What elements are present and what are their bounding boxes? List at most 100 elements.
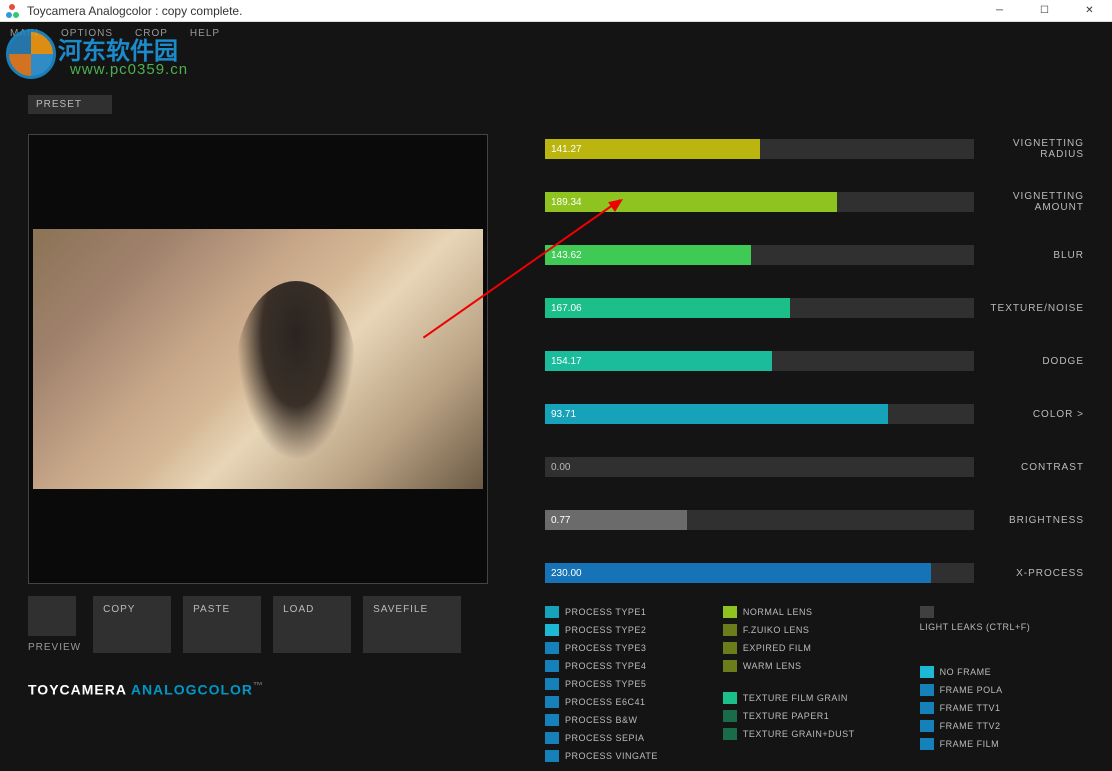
option-label: EXPIRED FILM bbox=[743, 643, 812, 653]
slider-track[interactable]: 0.77 bbox=[545, 510, 974, 530]
swatch-icon bbox=[723, 660, 737, 672]
option-normal-lens[interactable]: NORMAL LENS bbox=[723, 606, 855, 618]
slider-value: 0.77 bbox=[545, 510, 687, 530]
option-warm-lens[interactable]: WARM LENS bbox=[723, 660, 855, 672]
slider-label: CONTRAST bbox=[984, 462, 1084, 473]
preview-thumb-button[interactable] bbox=[28, 596, 76, 636]
menu-help[interactable]: HELP bbox=[190, 28, 220, 39]
slider-track[interactable]: 189.34 bbox=[545, 192, 974, 212]
option-label: PROCESS TYPE5 bbox=[565, 679, 646, 689]
minimize-button[interactable]: ─ bbox=[977, 0, 1022, 22]
swatch-icon bbox=[723, 606, 737, 618]
swatch-icon bbox=[920, 606, 934, 618]
brand-part1: TOYCAMERA bbox=[28, 682, 131, 698]
slider-label: BLUR bbox=[984, 250, 1084, 261]
option-label: PROCESS TYPE1 bbox=[565, 607, 646, 617]
swatch-icon bbox=[920, 684, 934, 696]
option-process-b-w[interactable]: PROCESS B&W bbox=[545, 714, 658, 726]
load-button[interactable]: LOAD bbox=[273, 596, 351, 653]
slider-value: 230.00 bbox=[545, 563, 931, 583]
slider-label: TEXTURE/NOISE bbox=[984, 303, 1084, 314]
option-process-sepia[interactable]: PROCESS SEPIA bbox=[545, 732, 658, 744]
savefile-button[interactable]: SAVEFILE bbox=[363, 596, 461, 653]
option-process-type2[interactable]: PROCESS TYPE2 bbox=[545, 624, 658, 636]
swatch-icon bbox=[545, 750, 559, 762]
swatch-icon bbox=[723, 642, 737, 654]
slider-row-texture-noise: 167.06 TEXTURE/NOISE bbox=[545, 298, 1084, 318]
menu-options[interactable]: OPTIONS bbox=[61, 28, 113, 39]
option-label: TEXTURE PAPER1 bbox=[743, 711, 829, 721]
option-process-vingate[interactable]: PROCESS VINGATE bbox=[545, 750, 658, 762]
swatch-icon bbox=[920, 702, 934, 714]
slider-track[interactable]: 143.62 bbox=[545, 245, 974, 265]
option-texture-grain-dust[interactable]: TEXTURE GRAIN+DUST bbox=[723, 728, 855, 740]
slider-row-color-: 93.71 COLOR > bbox=[545, 404, 1084, 424]
copy-button[interactable]: COPY bbox=[93, 596, 171, 653]
option-f-zuiko-lens[interactable]: F.ZUIKO LENS bbox=[723, 624, 855, 636]
swatch-icon bbox=[545, 714, 559, 726]
frame-options-col: LIGHT LEAKS (CTRL+F) NO FRAME FRAME POLA FR… bbox=[920, 606, 1031, 762]
option-frame-ttv1[interactable]: FRAME TTV1 bbox=[920, 702, 1031, 714]
slider-label: VIGNETTING RADIUS bbox=[984, 138, 1084, 160]
option-texture-paper1[interactable]: TEXTURE PAPER1 bbox=[723, 710, 855, 722]
maximize-button[interactable]: ☐ bbox=[1022, 0, 1067, 22]
swatch-icon bbox=[723, 624, 737, 636]
option-expired-film[interactable]: EXPIRED FILM bbox=[723, 642, 855, 654]
option-frame-film[interactable]: FRAME FILM bbox=[920, 738, 1031, 750]
options-area: PROCESS TYPE1 PROCESS TYPE2 PROCESS TYPE3 P… bbox=[545, 606, 1084, 762]
process-options-col: PROCESS TYPE1 PROCESS TYPE2 PROCESS TYPE3 P… bbox=[545, 606, 658, 762]
option-label: FRAME POLA bbox=[940, 685, 1003, 695]
menubar: MAIN OPTIONS CROP HELP bbox=[0, 22, 1112, 44]
brand-tm: ™ bbox=[253, 681, 264, 692]
slider-track[interactable]: 93.71 bbox=[545, 404, 974, 424]
close-button[interactable]: ✕ bbox=[1067, 0, 1112, 22]
option-process-type4[interactable]: PROCESS TYPE4 bbox=[545, 660, 658, 672]
slider-row-brightness: 0.77 BRIGHTNESS bbox=[545, 510, 1084, 530]
slider-track[interactable]: 154.17 bbox=[545, 351, 974, 371]
content: PRESET PREVIEW COPY PASTE LOAD SAVEFILE … bbox=[0, 44, 1112, 771]
app-body: 河东软件园 www.pc0359.cn MAIN OPTIONS CROP HE… bbox=[0, 22, 1112, 771]
slider-label: DODGE bbox=[984, 356, 1084, 367]
light-leaks-label: LIGHT LEAKS (CTRL+F) bbox=[920, 622, 1031, 632]
option-process-e6c41[interactable]: PROCESS E6C41 bbox=[545, 696, 658, 708]
preview-box bbox=[28, 134, 488, 584]
slider-value: 141.27 bbox=[545, 139, 760, 159]
preset-button[interactable]: PRESET bbox=[28, 95, 112, 114]
slider-label: X-PROCESS bbox=[984, 568, 1084, 579]
option-label: FRAME TTV1 bbox=[940, 703, 1001, 713]
slider-track[interactable]: 0.00 bbox=[545, 457, 974, 477]
slider-track[interactable]: 230.00 bbox=[545, 563, 974, 583]
option-process-type5[interactable]: PROCESS TYPE5 bbox=[545, 678, 658, 690]
slider-row-contrast: 0.00 CONTRAST bbox=[545, 457, 1084, 477]
right-panel: 141.27 VIGNETTING RADIUS 189.34 VIGNETTING … bbox=[510, 44, 1112, 771]
slider-value: 154.17 bbox=[545, 351, 772, 371]
menu-main[interactable]: MAIN bbox=[10, 28, 39, 39]
option-frame-pola[interactable]: FRAME POLA bbox=[920, 684, 1031, 696]
slider-value: 189.34 bbox=[545, 192, 837, 212]
option-label: PROCESS TYPE3 bbox=[565, 643, 646, 653]
slider-track[interactable]: 141.27 bbox=[545, 139, 974, 159]
option-label: PROCESS TYPE4 bbox=[565, 661, 646, 671]
option-process-type1[interactable]: PROCESS TYPE1 bbox=[545, 606, 658, 618]
option-frame-ttv2[interactable]: FRAME TTV2 bbox=[920, 720, 1031, 732]
button-row: PREVIEW COPY PASTE LOAD SAVEFILE bbox=[28, 596, 510, 653]
slider-label: VIGNETTING AMOUNT bbox=[984, 191, 1084, 213]
slider-track[interactable]: 167.06 bbox=[545, 298, 974, 318]
slider-label: BRIGHTNESS bbox=[984, 515, 1084, 526]
swatch-icon bbox=[920, 738, 934, 750]
swatch-icon bbox=[545, 696, 559, 708]
paste-button[interactable]: PASTE bbox=[183, 596, 261, 653]
option-process-type3[interactable]: PROCESS TYPE3 bbox=[545, 642, 658, 654]
menu-crop[interactable]: CROP bbox=[135, 28, 168, 39]
light-leaks-header[interactable]: LIGHT LEAKS (CTRL+F) bbox=[920, 606, 1031, 632]
option-label: F.ZUIKO LENS bbox=[743, 625, 810, 635]
option-label: TEXTURE GRAIN+DUST bbox=[743, 729, 855, 739]
slider-row-dodge: 154.17 DODGE bbox=[545, 351, 1084, 371]
slider-label: COLOR > bbox=[984, 409, 1084, 420]
preview-column: PREVIEW bbox=[28, 596, 81, 653]
option-no-frame[interactable]: NO FRAME bbox=[920, 666, 1031, 678]
option-texture-film-grain[interactable]: TEXTURE FILM GRAIN bbox=[723, 692, 855, 704]
swatch-icon bbox=[545, 606, 559, 618]
slider-value: 0.00 bbox=[545, 457, 570, 477]
sliders: 141.27 VIGNETTING RADIUS 189.34 VIGNETTING … bbox=[545, 139, 1084, 583]
